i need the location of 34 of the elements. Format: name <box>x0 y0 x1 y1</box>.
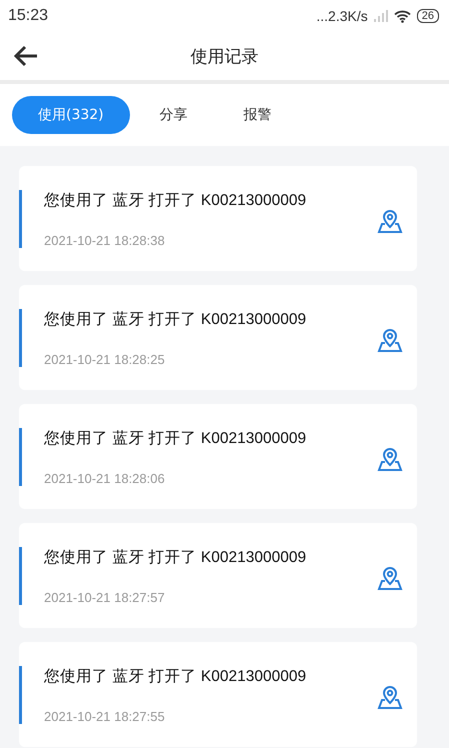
accent-bar <box>19 547 22 605</box>
tab[interactable]: 分享 <box>134 96 214 134</box>
record-card[interactable]: 您使用了 蓝牙 打开了 K00213000009 2021-10-21 18:28:25 <box>19 285 417 390</box>
record-time: 2021-10-21 18:27:55 <box>44 708 166 724</box>
location-pin-icon[interactable] <box>377 446 403 472</box>
record-text: 您使用了 蓝牙 打开了 K00213000009 <box>44 428 308 448</box>
tab[interactable]: 使用(332) <box>12 96 130 134</box>
signal-icon <box>374 10 388 22</box>
record-text: 您使用了 蓝牙 打开了 K00213000009 <box>44 190 308 210</box>
location-pin-icon[interactable] <box>377 684 403 710</box>
record-card[interactable]: 您使用了 蓝牙 打开了 K00213000009 2021-10-21 18:27:55 <box>19 642 417 747</box>
page-title: 使用记录 <box>190 46 258 68</box>
accent-bar <box>19 190 22 248</box>
record-text: 您使用了 蓝牙 打开了 K00213000009 <box>44 666 308 686</box>
record-time: 2021-10-21 18:28:38 <box>44 232 166 248</box>
battery-icon: 26 <box>416 9 439 23</box>
record-time: 2021-10-21 18:28:25 <box>44 352 166 366</box>
accent-bar <box>19 666 22 724</box>
location-pin-icon[interactable] <box>377 326 403 352</box>
accent-bar <box>19 428 22 486</box>
network-speed: ...2.3K/s <box>316 8 368 24</box>
wifi-icon <box>394 10 411 22</box>
record-card[interactable]: 您使用了 蓝牙 打开了 K00213000009 2021-10-21 18:28:38 <box>19 166 417 271</box>
location-pin-icon[interactable] <box>377 564 403 590</box>
record-card[interactable]: 您使用了 蓝牙 打开了 K00213000009 2021-10-21 18:27:57 <box>19 523 417 628</box>
location-pin-icon[interactable] <box>377 208 403 234</box>
record-card[interactable]: 您使用了 蓝牙 打开了 K00213000009 2021-10-21 18:28:06 <box>19 404 417 509</box>
tab[interactable]: 报警 <box>218 96 298 134</box>
accent-bar <box>19 309 22 367</box>
record-time: 2021-10-21 18:27:57 <box>44 590 166 604</box>
record-time: 2021-10-21 18:28:06 <box>44 470 166 486</box>
record-text: 您使用了 蓝牙 打开了 K00213000009 <box>44 310 308 330</box>
clock-time: 15:23 <box>8 7 50 25</box>
record-text: 您使用了 蓝牙 打开了 K00213000009 <box>44 548 308 568</box>
